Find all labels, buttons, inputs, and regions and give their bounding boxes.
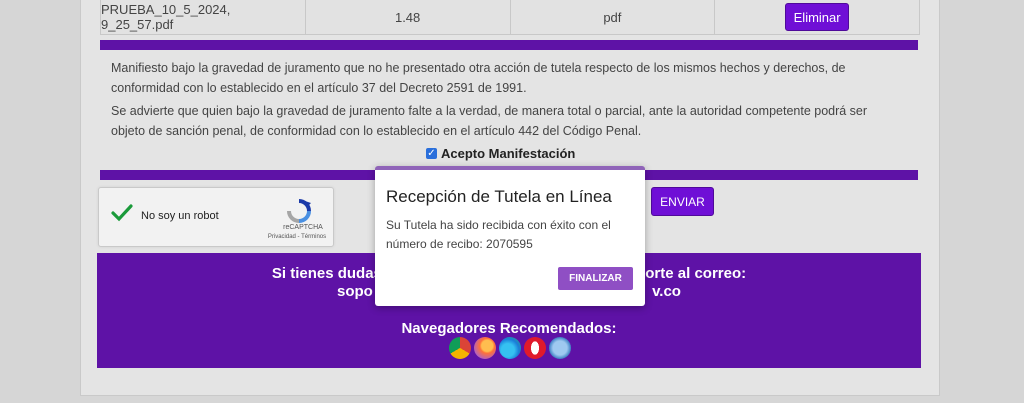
opera-icon	[524, 337, 546, 359]
submit-button[interactable]: ENVIAR	[651, 187, 714, 216]
finish-button[interactable]: FINALIZAR	[558, 267, 633, 290]
safari-icon	[549, 337, 571, 359]
manifest-paragraph-1: Manifiesto bajo la gravedad de juramento…	[111, 61, 846, 95]
file-name: PRUEBA_10_5_2024, 9_25_57.pdf	[101, 0, 306, 34]
recaptcha-brand: reCAPTCHA	[283, 224, 323, 231]
recaptcha-logo-icon	[287, 199, 311, 223]
dialog-title: Recepción de Tutela en Línea	[386, 187, 612, 206]
file-actions: Eliminar	[715, 0, 919, 34]
checkmark-icon	[111, 204, 133, 222]
accept-manifest-checkbox[interactable]: ✓ Acepto Manifestación	[426, 146, 575, 161]
table-row: PRUEBA_10_5_2024, 9_25_57.pdf 1.48 pdf E…	[100, 0, 920, 35]
file-type: pdf	[511, 0, 716, 34]
file-size: 1.48	[306, 0, 511, 34]
manifest-paragraph-2: Se advierte que quien bajo la gravedad d…	[111, 104, 868, 138]
checkbox-checked-icon[interactable]: ✓	[426, 148, 437, 159]
divider-top	[100, 40, 918, 50]
firefox-icon	[474, 337, 496, 359]
recaptcha-label: No soy un robot	[141, 210, 219, 222]
accept-manifest-label: Acepto Manifestación	[441, 146, 576, 161]
recaptcha-terms-link[interactable]: Privacidad - Términos	[262, 234, 332, 240]
recommended-browsers-title: Navegadores Recomendados:	[401, 320, 617, 337]
confirmation-dialog: Recepción de Tutela en Línea Su Tutela h…	[375, 166, 645, 306]
edge-icon	[499, 337, 521, 359]
browser-icons	[449, 337, 571, 359]
recaptcha-widget[interactable]: No soy un robot reCAPTCHA Privacidad - T…	[98, 187, 334, 247]
dialog-message: Su Tutela ha sido recibida con éxito con…	[386, 218, 611, 251]
chrome-icon	[449, 337, 471, 359]
delete-file-button[interactable]: Eliminar	[785, 3, 850, 31]
